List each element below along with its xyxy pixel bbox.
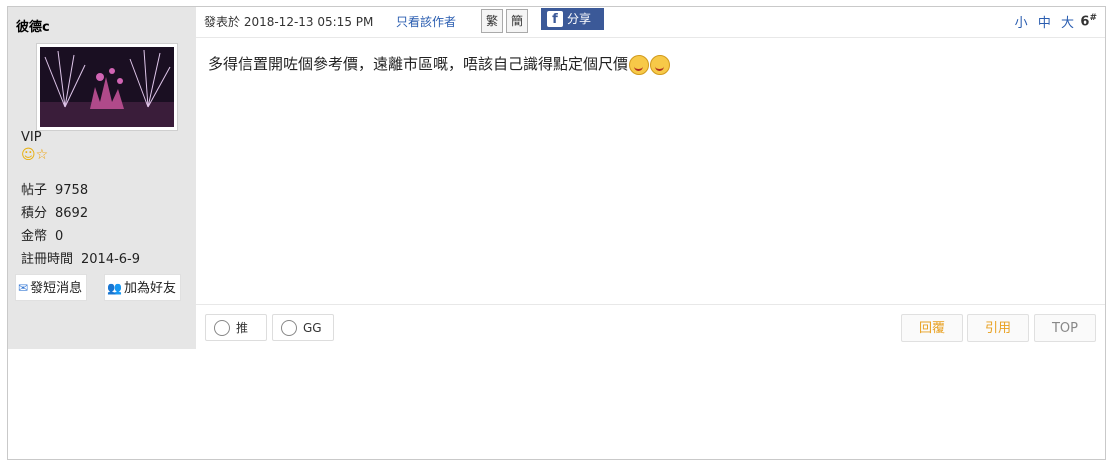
stat-points: 積分 8692 — [21, 202, 88, 221]
post-header: 發表於 2018-12-13 05:15 PM 只看該作者 繁 簡 f 分享 小 … — [196, 7, 1105, 38]
gg-button[interactable]: GG — [272, 314, 334, 341]
laughing-emoji-icon — [629, 54, 650, 75]
stat-value: 2014-6-9 — [81, 252, 141, 267]
pig-icon — [281, 319, 297, 336]
facebook-icon: f — [547, 11, 563, 27]
post-text: 多得信置開咗個參考價，遠離市區嘅，唔該自己識得點定個尺價 — [208, 55, 629, 73]
simplified-button[interactable]: 簡 — [506, 9, 528, 33]
stat-label: 積分 — [21, 206, 48, 221]
stat-label: 金幣 — [21, 229, 48, 244]
rank-icons: ☺☆ — [21, 147, 48, 163]
font-medium-link[interactable]: 中 — [1038, 16, 1054, 31]
post-actions: 推 GG 回覆 引用 TOP — [196, 304, 1105, 350]
push-label: 推 — [236, 321, 249, 335]
send-message-label: 發短消息 — [30, 281, 83, 296]
stat-value: 8692 — [55, 206, 89, 221]
facebook-share-button[interactable]: f 分享 — [541, 8, 604, 30]
traditional-button[interactable]: 繁 — [481, 9, 503, 33]
share-label: 分享 — [567, 12, 592, 26]
post-date: 發表於 2018-12-13 05:15 PM — [204, 15, 374, 29]
floor-number[interactable]: 6# — [1080, 13, 1097, 29]
only-author-link[interactable]: 只看該作者 — [396, 13, 456, 30]
post-content: 多得信置開咗個參考價，遠離市區嘅，唔該自己識得點定個尺價 — [208, 53, 671, 75]
push-button[interactable]: 推 — [205, 314, 267, 341]
stat-value: 0 — [55, 229, 64, 244]
reply-button[interactable]: 回覆 — [901, 314, 963, 342]
star-icon: ☆ — [35, 147, 49, 163]
stat-register-date: 註冊時間 2014-6-9 — [21, 248, 140, 267]
font-large-link[interactable]: 大 — [1061, 16, 1077, 31]
font-small-link[interactable]: 小 — [1015, 16, 1031, 31]
floor-suffix: # — [1089, 13, 1097, 23]
laughing-emoji-icon — [650, 54, 671, 75]
username[interactable]: 彼德c — [16, 16, 50, 35]
stat-value: 9758 — [55, 183, 89, 198]
post-frame: 彼德c VIP ☺☆ 帖子 9758 積分 8692 金幣 0 註冊時間 201… — [7, 6, 1106, 460]
add-friend-label: 加為好友 — [123, 281, 176, 296]
smiley-icon: ☺ — [21, 147, 36, 163]
send-message-button[interactable]: ✉ 發短消息 — [15, 274, 88, 301]
stat-coins: 金幣 0 — [21, 225, 63, 244]
font-size-switcher: 小 中 大 — [1015, 12, 1077, 31]
stat-label: 帖子 — [21, 183, 48, 198]
stat-posts: 帖子 9758 — [21, 179, 88, 198]
quote-button[interactable]: 引用 — [967, 314, 1029, 342]
top-button[interactable]: TOP — [1034, 314, 1096, 342]
add-friend-button[interactable]: 👥 加為好友 — [104, 274, 181, 301]
users-icon: 👥 — [107, 281, 122, 295]
gg-label: GG — [303, 321, 322, 335]
smile-icon — [214, 319, 230, 336]
avatar[interactable] — [36, 43, 178, 131]
user-sidebar: 彼德c VIP ☺☆ 帖子 9758 積分 8692 金幣 0 註冊時間 201… — [8, 7, 196, 349]
envelope-icon: ✉ — [18, 281, 29, 295]
user-rank: VIP — [21, 130, 42, 145]
stat-label: 註冊時間 — [21, 252, 74, 267]
